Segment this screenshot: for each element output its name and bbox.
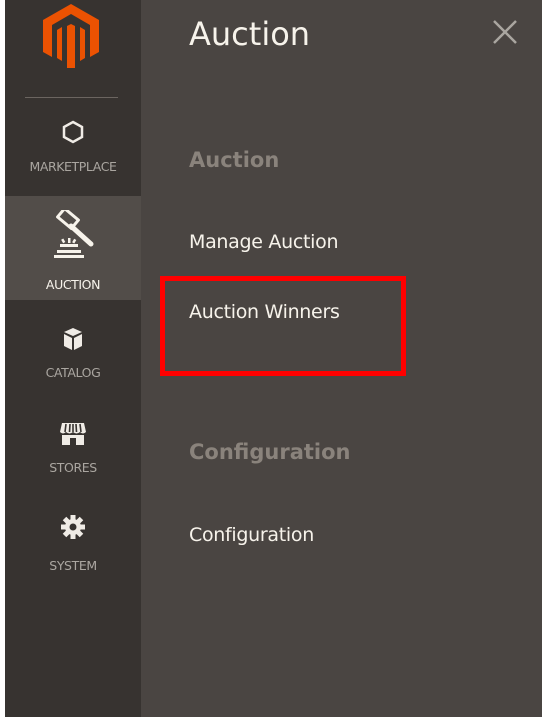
- store-icon: [60, 423, 86, 445]
- close-icon[interactable]: [491, 18, 519, 46]
- sidebar-item-label: CATALOG: [45, 365, 101, 380]
- hexagon-icon: [62, 120, 84, 144]
- sidebar-item-label: AUCTION: [45, 277, 101, 292]
- section-title-configuration: Configuration: [189, 440, 351, 464]
- sidebar-item-auction[interactable]: AUCTION: [5, 196, 141, 300]
- sidebar-item-label: SYSTEM: [49, 558, 97, 573]
- sidebar-item-label: MARKETPLACE: [29, 159, 117, 174]
- box-icon: [64, 328, 82, 350]
- sidebar-item-stores[interactable]: STORES: [5, 408, 141, 488]
- sidebar-item-catalog[interactable]: CATALOG: [5, 312, 141, 392]
- menu-link-configuration[interactable]: Configuration: [189, 524, 314, 546]
- gear-icon: [61, 515, 85, 539]
- admin-menu-frame: MARKETPLACE AUCTION CATALOG STORES SYSTE…: [5, 0, 542, 717]
- gavel-icon: [54, 210, 94, 258]
- magento-logo-icon[interactable]: [43, 4, 99, 68]
- section-title-auction: Auction: [189, 148, 280, 172]
- sidebar-item-label: STORES: [49, 460, 97, 475]
- highlight-annotation-box: [160, 276, 406, 376]
- admin-sidebar: MARKETPLACE AUCTION CATALOG STORES SYSTE…: [5, 0, 141, 717]
- panel-title: Auction: [189, 15, 311, 53]
- submenu-panel: Auction Auction Manage Auction Auction W…: [141, 0, 542, 717]
- sidebar-item-marketplace[interactable]: MARKETPLACE: [5, 108, 141, 190]
- sidebar-item-system[interactable]: SYSTEM: [5, 504, 141, 584]
- menu-link-manage-auction[interactable]: Manage Auction: [189, 231, 339, 253]
- logo-divider: [25, 97, 118, 98]
